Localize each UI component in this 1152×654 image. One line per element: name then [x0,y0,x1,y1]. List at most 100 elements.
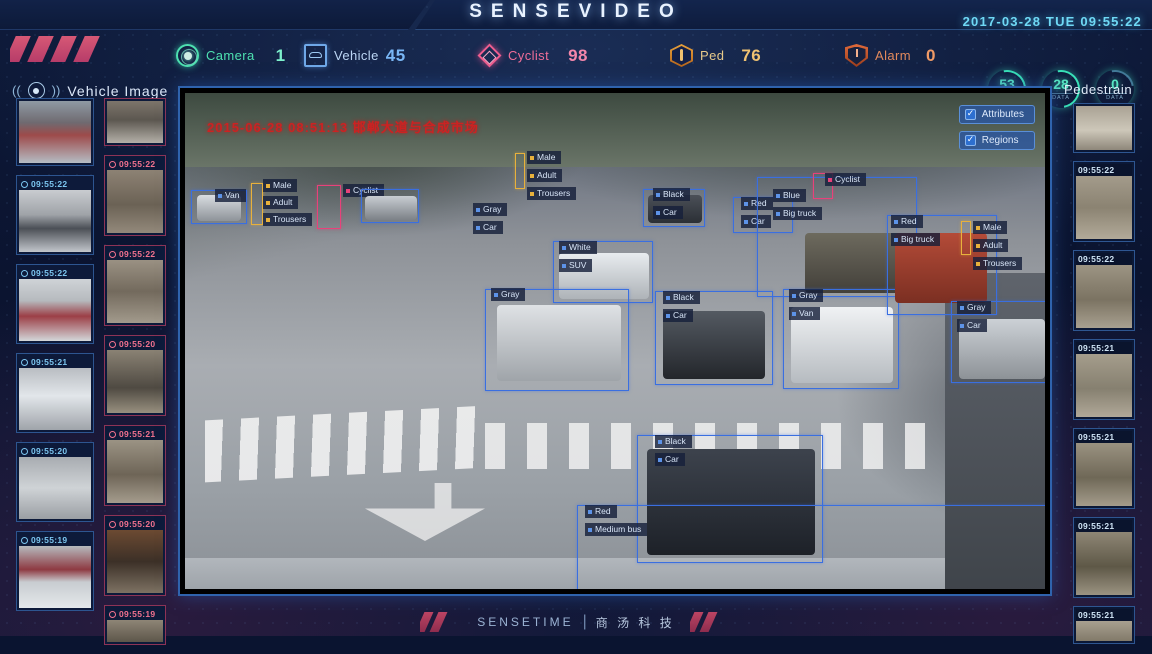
pedestrian-thumb-item[interactable]: 09:55:22 [1073,161,1135,242]
vehicle-thumb-image [19,279,91,341]
vehicle-thumb-time: 09:55:21 [31,357,68,367]
vehicle-thumb-item[interactable]: 09:55:21 [16,353,94,433]
vehicle-thumb-image [19,457,91,519]
label-text: Trousers [273,214,307,224]
label-dot [976,243,980,248]
label-dot [792,311,796,316]
detection-label: Cyclist [825,173,867,186]
vehicle-thumb-time-row: 09:55:20 [19,445,91,457]
detection-label: Adult [263,196,299,209]
label-text: Gray [799,290,818,300]
stat-cyclist[interactable]: Cyclist 98 [477,43,588,68]
label-text: Medium bus [595,524,642,534]
vehicle-thumb-item[interactable] [16,98,94,166]
clock-icon [109,520,116,528]
detection-label: Gray [789,289,824,302]
stat-camera[interactable]: Camera 1 [176,44,286,67]
detection-box-person[interactable] [251,183,263,225]
pedestrian-thumb-item[interactable] [1073,103,1135,153]
footer-decor-right [690,612,750,632]
label-dot [266,217,270,222]
pedestrian-thumb-image [1076,106,1132,150]
cyclist-thumb-time: 09:55:22 [119,159,156,169]
detection-label: White [559,241,597,254]
vehicle-shape [497,305,621,381]
detection-box-person[interactable] [515,153,525,189]
stat-vehicle[interactable]: Vehicle 45 [304,44,406,67]
video-panel[interactable]: 2015-06-28 08:51:13 邯郸大道与合成市场 Attributes… [178,86,1052,596]
detection-label: Big truck [773,207,823,220]
label-dot [476,225,480,230]
checkbox-icon[interactable] [964,134,976,146]
label-text: Car [483,222,497,232]
stat-vehicle-value: 45 [385,45,406,65]
cyclist-thumb-image [107,440,163,503]
pedestrian-thumb-item[interactable]: 09:55:21 [1073,339,1135,420]
label-dot [658,439,662,444]
cyclist-thumb-image [107,260,163,323]
stat-alarm-label: Alarm [875,48,911,63]
pedestrian-thumb-time: 09:55:21 [1076,431,1132,443]
pedestrian-thumb-item[interactable]: 09:55:21 [1073,428,1135,509]
detection-label: Big truck [891,233,941,246]
footer: SENSETIME | 商 汤 科 技 [0,608,1152,636]
decor-stripes [10,36,118,62]
detection-label: Adult [973,239,1009,252]
label-text: Car [967,320,981,330]
cyclist-thumb-item[interactable]: 09:55:22 [104,245,166,326]
stat-ped-value: 76 [741,45,762,65]
checkbox-icon[interactable] [964,108,976,120]
label-dot [776,193,780,198]
vehicle-thumb-image [19,546,91,608]
detection-box-vehicle[interactable] [577,505,1045,589]
label-text: Male [273,180,292,190]
video-feed[interactable]: 2015-06-28 08:51:13 邯郸大道与合成市场 Attributes… [185,93,1045,589]
cyclist-thumb-item[interactable]: 09:55:21 [104,425,166,506]
attributes-toggle[interactable]: Attributes [958,105,1035,124]
detection-label: Red [585,505,617,518]
vehicle-image-panel-header: (( )) Vehicle Image [12,82,168,99]
stat-ped[interactable]: Ped 76 [670,44,761,67]
clock-icon [21,269,28,277]
cyclist-thumb-item[interactable] [104,98,166,146]
vehicle-thumb-item[interactable]: 09:55:22 [16,175,94,255]
vehicle-thumb-item[interactable]: 09:55:20 [16,442,94,522]
cyclist-thumb-item[interactable]: 09:55:20 [104,515,166,596]
label-dot [656,192,660,197]
detection-box-person[interactable] [961,221,971,255]
detection-label: Black [653,188,690,201]
stat-alarm-value: 0 [925,45,936,65]
label-dot [218,193,222,198]
vehicle-thumb-item[interactable]: 09:55:19 [16,531,94,611]
label-dot [744,201,748,206]
stat-alarm[interactable]: Alarm 0 [845,44,936,67]
stat-camera-label: Camera [206,48,255,63]
regions-toggle[interactable]: Regions [958,131,1035,150]
label-dot [588,509,592,514]
detection-box-cyclist[interactable] [317,185,341,229]
camera-icon [176,44,199,67]
regions-toggle-label: Regions [981,135,1019,146]
vehicle-thumb-image [19,101,91,163]
stat-ped-label: Ped [700,48,725,63]
label-text: Gray [501,289,520,299]
vehicle-thumb-item[interactable]: 09:55:22 [16,264,94,344]
stat-vehicle-label: Vehicle [334,48,379,63]
cyclist-thumb-time-row: 09:55:21 [107,428,163,440]
cyclist-thumb-item[interactable]: 09:55:20 [104,335,166,416]
footer-decor-left [420,612,480,632]
video-toggle-group: Attributes Regions [958,105,1035,150]
cyclist-thumb-image [107,101,163,143]
label-dot [562,263,566,268]
cyclist-thumb-item[interactable]: 09:55:22 [104,155,166,236]
clock-icon [109,430,116,438]
pedestrian-thumb-item[interactable]: 09:55:22 [1073,250,1135,331]
stat-cyclist-label: Cyclist [508,48,550,63]
cyclist-thumb-time-row: 09:55:20 [107,338,163,350]
pedestrian-thumb-item[interactable]: 09:55:21 [1073,517,1135,598]
detection-label: Gray [491,288,526,301]
label-dot [530,155,534,160]
clock-icon [21,447,28,455]
label-text: Big truck [901,234,935,244]
detection-label: Blue [773,189,807,202]
